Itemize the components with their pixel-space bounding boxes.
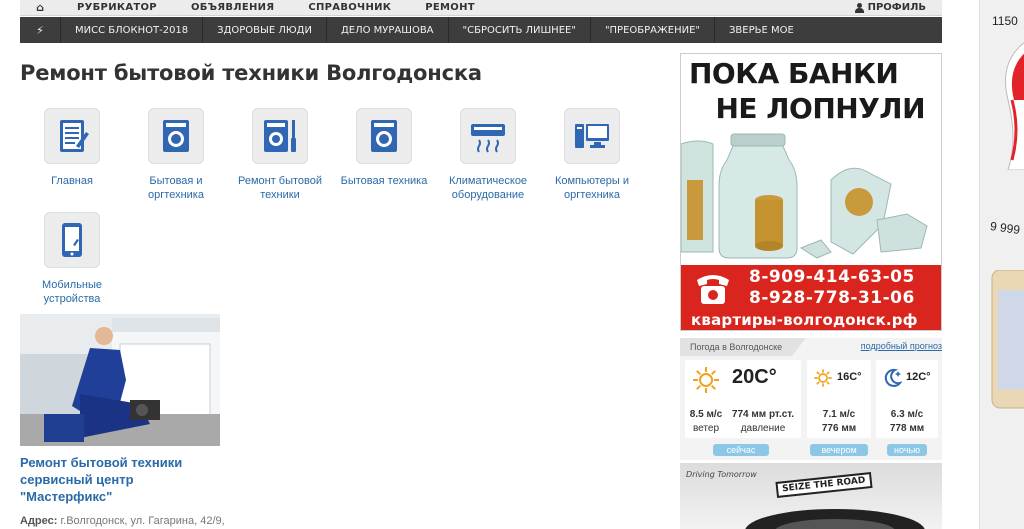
wind-now: 8.5 м/с — [689, 409, 723, 420]
scrollbar[interactable] — [962, 0, 980, 529]
washing-machine-screwdriver-icon — [252, 108, 308, 164]
home-icon[interactable]: ⌂ — [20, 1, 60, 14]
smartphone-icon — [44, 212, 100, 268]
category-repair[interactable]: Ремонт бытовой техники — [228, 108, 332, 202]
sun-icon — [693, 367, 719, 393]
nav-item-ads[interactable]: ОБЪЯВЛЕНИЯ — [174, 2, 291, 13]
sub-nav-healthy[interactable]: ЗДОРОВЫЕ ЛЮДИ — [202, 17, 326, 43]
category-appliances[interactable]: Бытовая техника — [332, 108, 436, 188]
sub-nav-lose[interactable]: "СБРОСИТЬ ЛИШНЕЕ" — [447, 17, 590, 43]
chip-night[interactable]: ночью — [887, 444, 927, 456]
coin-jars-illustration — [681, 130, 941, 265]
article-image[interactable] — [20, 314, 220, 446]
sub-nav-miss[interactable]: МИСС БЛОКНОТ-2018 — [60, 17, 202, 43]
category-label: Бытовая техника — [340, 175, 428, 187]
pressure-evening: 776 мм — [821, 423, 857, 434]
category-label: Главная — [51, 175, 93, 187]
article-title-link[interactable]: Ремонт бытовой техники сервисный центр "… — [20, 454, 210, 505]
bolt-icon: ⚡︎ — [36, 23, 44, 37]
sub-nav: ⚡︎ МИСС БЛОКНОТ-2018 ЗДОРОВЫЕ ЛЮДИ ДЕЛО … — [20, 17, 942, 43]
category-climate[interactable]: Климатическое оборудование — [436, 108, 540, 202]
side-price-1: 1150 — [992, 14, 1018, 28]
wind-label: ветер — [692, 423, 720, 434]
weather-forecast-link[interactable]: подробный прогноз — [861, 341, 942, 351]
category-mobile[interactable]: Мобильные устройства — [20, 212, 124, 306]
ad-phone-1: 8-909-414-63-05 — [749, 267, 915, 287]
pressure-label: давление — [740, 423, 786, 434]
sub-nav-pets[interactable]: ЗВЕРЬЕ МОЕ — [714, 17, 808, 43]
ad-stamp: SEIZE THE ROAD — [775, 472, 873, 498]
weather-widget: Погода в Волгодонске подробный прогноз 2… — [680, 338, 942, 460]
chip-now[interactable]: сейчас — [713, 444, 769, 456]
ad-banner-realty[interactable]: ПОКА БАНКИ НЕ ЛОПНУЛИ 8-909-414-63-05 8-… — [680, 53, 942, 331]
weather-title: Погода в Волгодонске — [680, 338, 807, 356]
category-label: Ремонт бытовой техники — [237, 175, 323, 201]
computer-icon — [564, 108, 620, 164]
main-nav: ⌂ РУБРИКАТОР ОБЪЯВЛЕНИЯ СПРАВОЧНИК РЕМОН… — [20, 0, 942, 16]
temp-now: 20C° — [732, 366, 777, 388]
category-main[interactable]: Главная — [20, 108, 124, 188]
moon-icon — [884, 368, 902, 387]
user-icon — [854, 2, 864, 13]
category-household-office[interactable]: Бытовая и оргтехника — [124, 108, 228, 202]
nav-item-directory[interactable]: СПРАВОЧНИК — [291, 2, 408, 13]
side-ad-strip[interactable]: 1150 9 999 — [962, 0, 1024, 529]
article-address: Адрес: г.Волгодонск, ул. Гагарина, 42/9, — [20, 515, 225, 527]
address-value: г.Волгодонск, ул. Гагарина, 42/9, — [60, 515, 225, 527]
weather-evening: 16C° 7.1 м/с 776 мм — [807, 360, 871, 438]
sub-nav-transform[interactable]: "ПРЕОБРАЖЕНИЕ" — [589, 17, 714, 43]
nav-item-repair[interactable]: РЕМОНТ — [408, 2, 492, 13]
ad-headline-2: НЕ ЛОПНУЛИ — [715, 92, 925, 125]
page: ⌂ РУБРИКАТОР ОБЪЯВЛЕНИЯ СПРАВОЧНИК РЕМОН… — [0, 0, 962, 529]
chip-evening[interactable]: вечером — [810, 444, 868, 456]
pressure-now: 774 мм рт.ст. — [731, 409, 795, 420]
category-label: Бытовая и оргтехника — [148, 175, 204, 201]
sneaker-image — [1005, 42, 1024, 170]
category-label: Компьютеры и оргтехника — [554, 175, 630, 201]
ad-headline-1: ПОКА БАНКИ — [689, 57, 899, 90]
ad-contact-strip: 8-909-414-63-05 8-928-778-31-06 квартиры… — [681, 265, 941, 330]
sun-icon — [814, 369, 832, 387]
washing-machine-icon — [148, 108, 204, 164]
category-label: Климатическое оборудование — [448, 175, 528, 201]
profile-label: ПРОФИЛЬ — [867, 2, 926, 13]
ad-banner-tires[interactable]: Driving Tomorrow SEIZE THE ROAD — [680, 463, 942, 529]
side-price-2: 9 999 — [989, 218, 1021, 238]
sub-nav-murashov[interactable]: ДЕЛО МУРАШОВА — [325, 17, 448, 43]
nav-item-rubricator[interactable]: РУБРИКАТОР — [60, 2, 174, 13]
address-label: Адрес: — [20, 515, 58, 527]
checklist-icon — [44, 108, 100, 164]
air-conditioner-icon — [460, 108, 516, 164]
washing-machine-icon — [356, 108, 412, 164]
weather-night: 12C° 6.3 м/с 778 мм — [876, 360, 938, 438]
temp-night: 12C° — [906, 371, 931, 383]
weather-now: 20C° 8.5 м/с ветер 774 мм рт.ст. давлени… — [685, 360, 801, 438]
phone-icon — [697, 275, 729, 304]
tire-illustration — [745, 509, 925, 529]
ad-tagline: Driving Tomorrow — [686, 470, 757, 479]
phone-image — [991, 270, 1024, 409]
category-computers[interactable]: Компьютеры и оргтехника — [540, 108, 644, 202]
wind-evening: 7.1 м/с — [822, 409, 856, 420]
profile-link[interactable]: ПРОФИЛЬ — [854, 2, 942, 13]
category-label: Мобильные устройства — [41, 279, 103, 305]
ad-phone-2: 8-928-778-31-06 — [749, 288, 915, 308]
wind-night: 6.3 м/с — [890, 409, 924, 420]
temp-evening: 16C° — [837, 371, 862, 383]
page-title: Ремонт бытовой техники Волгодонска — [20, 61, 482, 85]
ad-site: квартиры-волгодонск.рф — [691, 311, 918, 329]
pressure-night: 778 мм — [889, 423, 925, 434]
